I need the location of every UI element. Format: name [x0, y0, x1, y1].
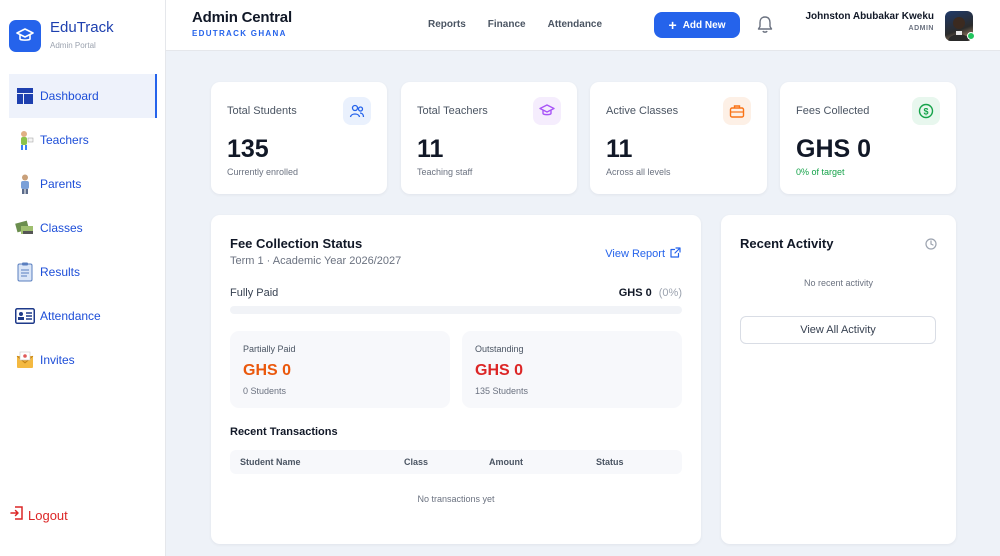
users-icon: [343, 97, 371, 125]
top-bar: Admin Central EDUTRACK GHANA Reports Fin…: [166, 0, 1000, 51]
stat-label: Fees Collected: [796, 105, 870, 117]
brand-name: EduTrack: [50, 19, 114, 36]
page-title: Admin Central: [192, 9, 292, 26]
sidebar-item-teachers[interactable]: Teachers: [9, 118, 157, 162]
partially-paid-card: Partially Paid GHS 0 0 Students: [230, 331, 450, 408]
graduation-cap-icon: [9, 19, 41, 52]
sidebar-item-attendance[interactable]: Attendance: [9, 294, 157, 338]
attendance-icon: [15, 306, 35, 326]
fee-collection-card: Fee Collection Status Term 1 · Academic …: [211, 215, 701, 544]
fully-paid-percent: (0%): [658, 287, 682, 299]
mini-label: Partially Paid: [243, 344, 296, 354]
stat-card-teachers[interactable]: Total Teachers 11 Teaching staff: [401, 82, 577, 194]
nav-link-attendance[interactable]: Attendance: [548, 19, 602, 30]
column-header[interactable]: Class: [404, 457, 428, 467]
sidebar-item-dashboard[interactable]: Dashboard: [9, 74, 157, 118]
sidebar-item-label: Parents: [40, 177, 82, 191]
view-all-activity-button[interactable]: View All Activity: [740, 316, 936, 344]
stat-label: Active Classes: [606, 105, 679, 117]
teacher-icon: [15, 130, 35, 150]
sidebar-item-label: Classes: [40, 221, 83, 235]
outstanding-card: Outstanding GHS 0 135 Students: [462, 331, 682, 408]
invites-icon: [15, 350, 35, 370]
stat-subtext: Across all levels: [606, 167, 671, 177]
transactions-table-header: Student Name Class Amount Status: [230, 450, 682, 474]
add-new-button[interactable]: + Add New: [654, 12, 740, 38]
dollar-icon: $: [912, 97, 940, 125]
stat-label: Total Students: [227, 105, 297, 117]
stat-label: Total Teachers: [417, 105, 488, 117]
stat-value: 11: [417, 135, 444, 163]
classes-icon: [15, 218, 35, 238]
mini-subtext: 0 Students: [243, 386, 287, 396]
brand[interactable]: EduTrack Admin Portal: [9, 19, 114, 52]
page-subtitle: EDUTRACK GHANA: [192, 29, 287, 38]
view-report-label: View Report: [605, 248, 665, 260]
mini-value: GHS 0: [243, 362, 292, 379]
sidebar-item-label: Invites: [40, 353, 75, 367]
briefcase-icon: [723, 97, 751, 125]
user-name: Johnston Abubakar Kweku: [805, 11, 934, 22]
fee-card-title: Fee Collection Status: [230, 236, 363, 251]
transactions-title: Recent Transactions: [230, 426, 338, 438]
column-header[interactable]: Status: [596, 457, 624, 467]
mini-value: GHS 0: [475, 362, 524, 379]
stat-subtext: Currently enrolled: [227, 167, 299, 177]
fully-paid-amount: GHS 0: [618, 287, 652, 299]
fully-paid-progress-bar: [230, 306, 682, 314]
dashboard-icon: [15, 86, 35, 106]
svg-text:$: $: [923, 107, 928, 117]
sidebar: EduTrack Admin Portal Dashboard Teachers…: [0, 0, 166, 556]
activity-empty-state: No recent activity: [803, 278, 874, 288]
graduation-cap-icon: [533, 97, 561, 125]
results-icon: [15, 262, 35, 282]
user-role: ADMIN: [908, 25, 934, 32]
sidebar-item-label: Attendance: [40, 309, 101, 323]
sidebar-item-results[interactable]: Results: [9, 250, 157, 294]
logout-button[interactable]: Logout: [10, 506, 68, 525]
stat-subtext: 0% of target: [796, 167, 845, 177]
column-header[interactable]: Amount: [489, 457, 523, 467]
sidebar-item-label: Results: [40, 265, 81, 279]
transactions-empty-state: No transactions yet: [417, 494, 495, 504]
stat-subtext: Teaching staff: [417, 167, 473, 177]
view-all-label: View All Activity: [800, 324, 876, 336]
online-status-dot: [967, 32, 975, 40]
stat-card-classes[interactable]: Active Classes 11 Across all levels: [590, 82, 767, 194]
stat-value: 11: [606, 135, 633, 163]
nav-link-finance[interactable]: Finance: [488, 19, 526, 30]
sidebar-item-classes[interactable]: Classes: [9, 206, 157, 250]
brand-subtitle: Admin Portal: [50, 41, 96, 50]
stat-value: 135: [227, 135, 269, 163]
sidebar-item-label: Teachers: [40, 133, 89, 147]
logout-icon: [10, 506, 24, 525]
stat-value: GHS 0: [796, 135, 872, 163]
fee-card-subtitle: Term 1 · Academic Year 2026/2027: [230, 255, 402, 267]
sidebar-item-label: Dashboard: [40, 89, 99, 103]
fully-paid-summary: GHS 0 (0%): [619, 287, 682, 299]
sidebar-nav: Dashboard Teachers Parents Classes Resul…: [9, 74, 157, 382]
user-info[interactable]: Johnston Abubakar Kweku ADMIN: [805, 11, 934, 32]
activity-title: Recent Activity: [740, 236, 834, 251]
recent-activity-card: Recent Activity No recent activity View …: [721, 215, 956, 544]
add-new-label: Add New: [682, 19, 726, 31]
mini-subtext: 135 Students: [475, 386, 529, 396]
clock-icon: [925, 237, 937, 255]
stat-card-students[interactable]: Total Students 135 Currently enrolled: [211, 82, 387, 194]
stat-card-fees[interactable]: Fees Collected $ GHS 0 0% of target: [780, 82, 956, 194]
sidebar-item-parents[interactable]: Parents: [9, 162, 157, 206]
plus-icon: +: [668, 17, 677, 33]
column-header[interactable]: Student Name: [240, 457, 301, 467]
sidebar-item-invites[interactable]: Invites: [9, 338, 157, 382]
external-link-icon: [670, 245, 681, 263]
bell-icon[interactable]: [756, 15, 774, 35]
nav-link-reports[interactable]: Reports: [428, 19, 466, 30]
view-report-link[interactable]: View Report: [605, 245, 681, 263]
logout-label: Logout: [28, 508, 68, 523]
parent-icon: [15, 174, 35, 194]
fully-paid-label: Fully Paid: [230, 287, 279, 299]
top-nav: Reports Finance Attendance: [428, 19, 624, 30]
mini-label: Outstanding: [475, 344, 524, 354]
